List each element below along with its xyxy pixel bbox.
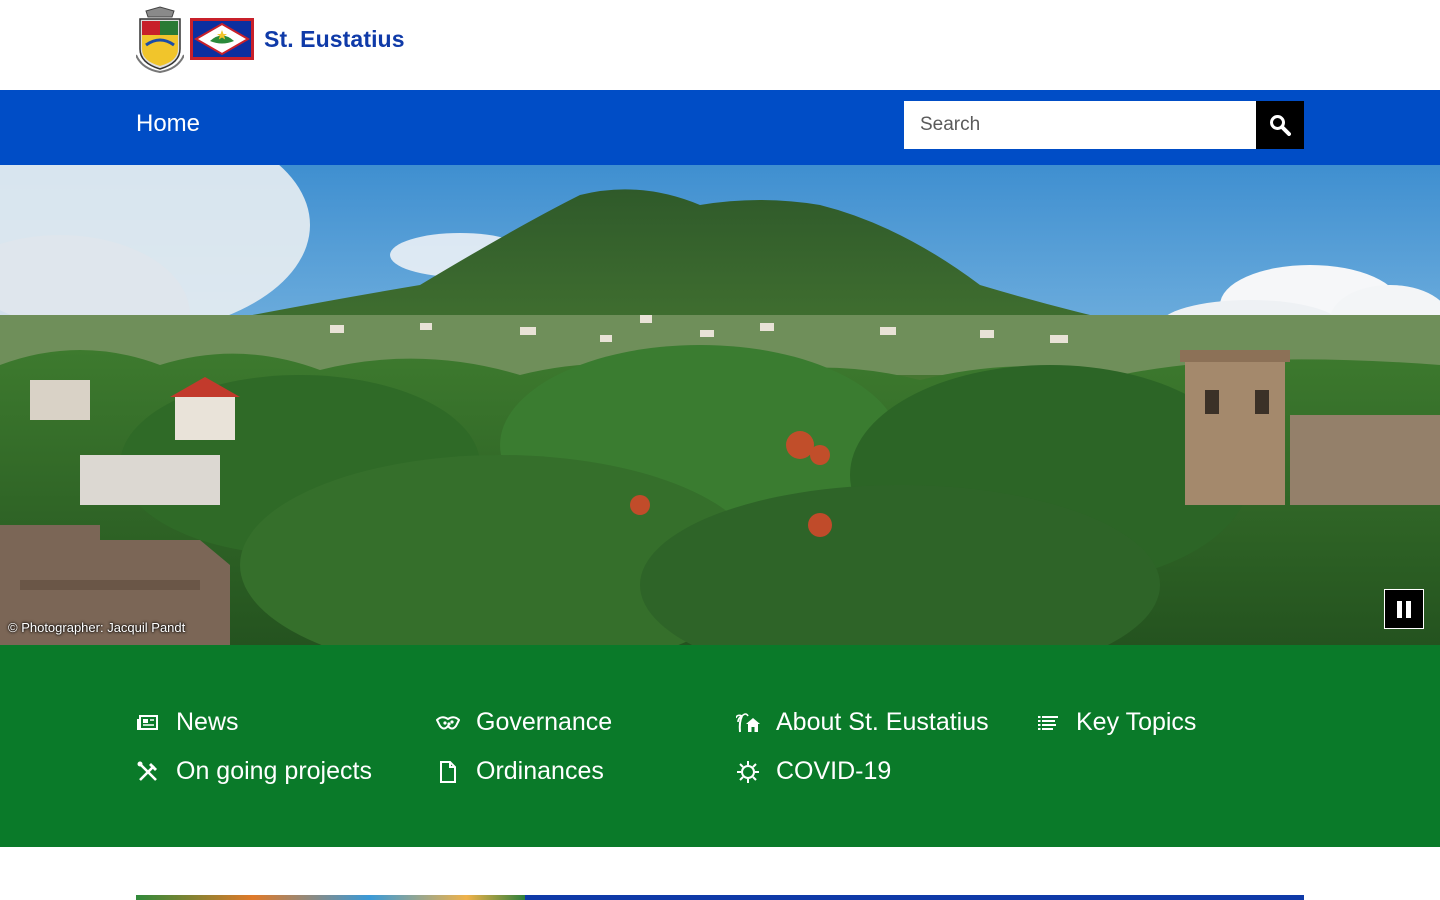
search-input[interactable] [904, 101, 1256, 149]
document-icon [436, 760, 460, 784]
site-title: St. Eustatius [264, 25, 405, 52]
content-preview [0, 847, 1440, 900]
handshake-icon [436, 711, 460, 735]
list-icon [1036, 711, 1060, 735]
hero-carousel: © Photographer: Jacquil Pandt [0, 165, 1440, 645]
menu-item-about[interactable]: About St. Eustatius [736, 708, 989, 737]
menu-item-label: About St. Eustatius [776, 708, 989, 736]
virus-icon [736, 760, 760, 784]
menu-item-label: Key Topics [1076, 708, 1197, 736]
menu-item-label: COVID-19 [776, 757, 892, 785]
flag-icon [190, 18, 254, 60]
search-button[interactable] [1256, 101, 1304, 149]
menu-item-label: News [176, 708, 239, 736]
nav-home-link[interactable]: Home [136, 110, 200, 138]
quick-links-menu: News Governance About St. Eustatius Key … [0, 645, 1440, 847]
menu-item-label: On going projects [176, 757, 372, 785]
site-header: St. Eustatius [0, 0, 1440, 90]
carousel-pause-button[interactable] [1384, 589, 1424, 629]
menu-item-ordinances[interactable]: Ordinances [436, 757, 604, 786]
tools-icon [136, 760, 160, 784]
search-icon [1270, 115, 1291, 136]
menu-item-label: Governance [476, 708, 613, 736]
coat-of-arms-icon [136, 6, 184, 73]
search-form [904, 101, 1304, 149]
pause-icon [1397, 600, 1402, 618]
menu-item-covid[interactable]: COVID-19 [736, 757, 891, 786]
hero-image [0, 165, 1440, 645]
photo-credit: © Photographer: Jacquil Pandt [8, 620, 186, 635]
main-nav: Home [0, 90, 1440, 165]
site-logo-link[interactable]: St. Eustatius [136, 5, 405, 73]
island-house-icon [736, 711, 760, 735]
newspaper-icon [136, 711, 160, 735]
menu-item-governance[interactable]: Governance [436, 708, 612, 737]
featured-banner-edge [525, 895, 1304, 900]
menu-item-label: Ordinances [476, 757, 604, 785]
featured-image-edge [136, 895, 525, 900]
menu-item-news[interactable]: News [136, 708, 239, 737]
menu-item-key-topics[interactable]: Key Topics [1036, 708, 1196, 737]
menu-item-ongoing-projects[interactable]: On going projects [136, 757, 372, 786]
